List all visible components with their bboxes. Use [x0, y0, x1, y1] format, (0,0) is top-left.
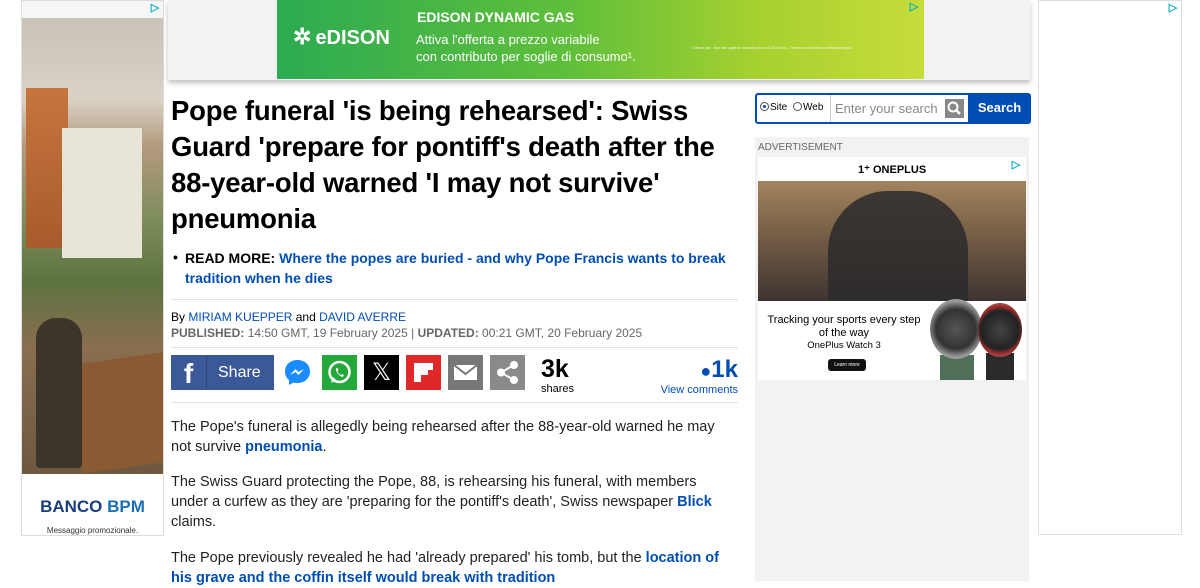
- edison-logo: ✲ eDISON: [293, 24, 390, 49]
- published-date: 14:50 GMT, 19 February 2025: [247, 326, 408, 340]
- byline-and: and: [295, 310, 316, 324]
- updated-date: 00:21 GMT, 20 February 2025: [482, 326, 643, 340]
- adchoices-icon[interactable]: ▷: [1010, 159, 1022, 171]
- divider: [171, 402, 738, 403]
- ad-message: Messaggio promozionale.: [46, 526, 139, 535]
- author-link[interactable]: DAVID AVERRE: [319, 310, 406, 324]
- right-skyscraper-ad[interactable]: ▷: [1038, 0, 1182, 535]
- updated-label: UPDATED:: [417, 326, 479, 340]
- share-count-label: shares: [541, 383, 575, 395]
- adchoices-icon[interactable]: ▷: [908, 1, 920, 13]
- ad-photo: [758, 181, 1026, 301]
- share-count-value: 3k: [541, 355, 569, 383]
- byline: By MIRIAM KUEPPER and DAVID AVERRE PUBLI…: [171, 310, 643, 340]
- facebook-icon: f: [171, 355, 207, 390]
- ad-building-shape: [62, 128, 142, 258]
- byline-by: By: [171, 310, 186, 324]
- oneplus-mark-icon: 1⁺: [858, 164, 873, 176]
- more-share-button[interactable]: [490, 355, 525, 390]
- view-comments-label: View comments: [660, 384, 738, 396]
- ad-text: Attiva l'offerta a prezzo variabile con c…: [416, 32, 636, 64]
- oneplus-logo: 1⁺ ONEPLUS: [858, 164, 927, 176]
- watch-icon: [978, 303, 1022, 357]
- published-label: PUBLISHED:: [171, 326, 245, 340]
- flipboard-share-button[interactable]: [406, 355, 441, 390]
- search-scope-options: Site Web: [760, 102, 823, 113]
- watch-strap-shape: [986, 353, 1014, 380]
- article-paragraph: The Pope previously revealed he had 'alr…: [171, 550, 719, 586]
- divider: [171, 347, 738, 348]
- facebook-share-button[interactable]: f Share: [171, 355, 274, 390]
- advertisement-label: ADVERTISEMENT: [758, 142, 843, 153]
- read-more: • READ MORE: Where the popes are buried …: [171, 248, 741, 288]
- radio-web[interactable]: [793, 102, 803, 111]
- share-label: Share: [218, 364, 261, 381]
- article-paragraph: The Pope's funeral is allegedly being re…: [171, 419, 715, 455]
- radio-site[interactable]: [760, 102, 769, 111]
- search-input[interactable]: Enter your search: [830, 95, 964, 122]
- comment-bubble-icon: ●: [700, 361, 712, 381]
- watch-icon: [930, 299, 982, 359]
- email-icon: [453, 364, 478, 380]
- bullet-icon: •: [173, 249, 178, 265]
- edison-mark-icon: ✲: [293, 24, 312, 49]
- comments-link[interactable]: ●1k View comments: [656, 356, 738, 397]
- inline-link[interactable]: Blick: [677, 494, 712, 510]
- author-link[interactable]: MIRIAM KUEPPER: [188, 310, 292, 324]
- adchoices-icon[interactable]: ▷: [149, 2, 161, 14]
- search-icon[interactable]: [945, 99, 964, 118]
- x-icon: 𝕏: [371, 359, 392, 386]
- radio-web-label: Web: [803, 102, 824, 113]
- adchoices-icon[interactable]: ▷: [1167, 2, 1179, 14]
- banco-bpm-logo: BANCO BPM: [40, 497, 145, 516]
- email-share-button[interactable]: [448, 355, 483, 390]
- read-more-label: READ MORE:: [185, 250, 276, 266]
- comments-count: 1k: [711, 356, 738, 383]
- search-button[interactable]: Search: [968, 93, 1031, 124]
- ad-tagline: Tracking your sports every step of the w…: [767, 314, 921, 339]
- learn-more-button[interactable]: Learn more: [828, 359, 866, 371]
- share-icon: [497, 361, 518, 384]
- ad-product: OnePlus Watch 3: [807, 340, 881, 351]
- ad-headline: EDISON DYNAMIC GAS: [417, 9, 575, 25]
- ad-person-shape: [36, 318, 82, 468]
- whatsapp-share-button[interactable]: [322, 355, 357, 390]
- oneplus-ad[interactable]: ▷ 1⁺ ONEPLUS Tracking your sports every …: [758, 157, 1026, 380]
- messenger-share-button[interactable]: [280, 355, 315, 390]
- whatsapp-icon: [328, 360, 351, 384]
- ad-person-shape: [828, 191, 968, 301]
- article-headline: Pope funeral 'is being rehearsed': Swiss…: [171, 95, 715, 234]
- flipboard-icon: [414, 363, 433, 382]
- x-share-button[interactable]: 𝕏: [364, 355, 399, 390]
- article-paragraph: The Swiss Guard protecting the Pope, 88,…: [171, 474, 712, 530]
- radio-site-label: Site: [770, 102, 788, 113]
- messenger-icon: [285, 360, 310, 385]
- ad-fine-print: ¹ Offerta gas - Non alle soglie di consu…: [691, 46, 852, 50]
- divider: [171, 299, 738, 300]
- ad-image: [22, 18, 163, 474]
- edison-banner-ad[interactable]: ✲ eDISON EDISON DYNAMIC GAS Attiva l'offe…: [277, 0, 924, 79]
- share-count: 3k shares: [541, 355, 574, 395]
- search-box: Site Web Enter your search Search: [755, 93, 1031, 124]
- ad-table-shape: [82, 352, 163, 474]
- left-skyscraper-ad[interactable]: ▷ BANCO BPM Messaggio promozionale.: [21, 0, 164, 536]
- inline-link[interactable]: pneumonia: [245, 439, 322, 455]
